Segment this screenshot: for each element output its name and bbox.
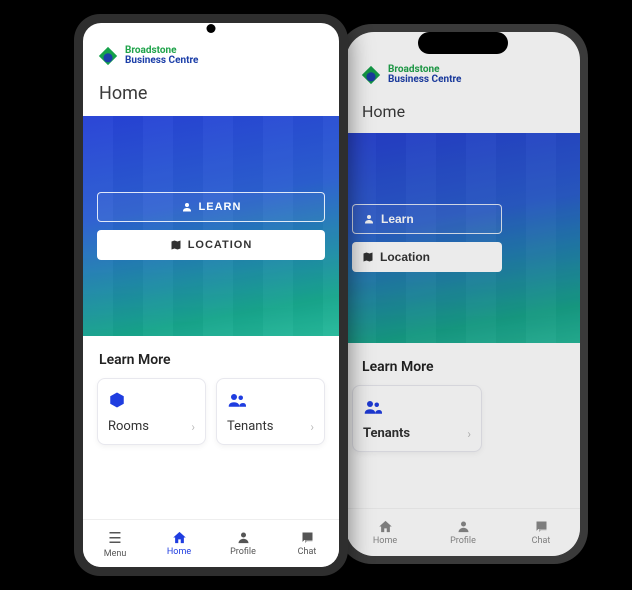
- home-icon: [378, 519, 393, 534]
- learn-button[interactable]: LEARN: [97, 192, 325, 222]
- learn-label: LEARN: [199, 201, 242, 213]
- learn-more-title: Learn More: [346, 343, 580, 385]
- people-icon: [227, 391, 314, 409]
- nav-menu[interactable]: ☰ Menu: [83, 520, 147, 567]
- rooms-card[interactable]: Rooms ›: [97, 378, 206, 445]
- tenants-card[interactable]: Tenants ›: [216, 378, 325, 445]
- nav-profile-label: Profile: [230, 547, 256, 557]
- cards-row: Rooms › Tenants ›: [346, 385, 580, 452]
- location-button[interactable]: LOCATION: [97, 230, 325, 260]
- learn-more-title: Learn More: [83, 336, 339, 378]
- cards-row: Rooms › Tenants ›: [83, 378, 339, 445]
- brand-line2: Business Centre: [388, 75, 461, 85]
- phone-mockup-front: Broadstone Business Centre Home LEARN LO…: [74, 14, 348, 576]
- map-icon: [170, 239, 182, 251]
- map-icon: [362, 251, 374, 263]
- phone-notch: [418, 32, 508, 54]
- chevron-right-icon: ›: [191, 420, 195, 434]
- screen-back: Broadstone Business Centre Home Learn Lo…: [346, 32, 580, 556]
- brand-line2: Business Centre: [125, 56, 198, 66]
- cube-icon: [108, 391, 195, 409]
- hero-banner: Learn Location: [346, 133, 580, 343]
- profile-icon: [236, 530, 251, 545]
- nav-home[interactable]: Home: [147, 520, 211, 567]
- phone-camera: [207, 24, 216, 33]
- nav-home-label: Home: [373, 536, 397, 546]
- page-title: Home: [83, 73, 339, 116]
- page-title: Home: [346, 92, 580, 133]
- nav-profile[interactable]: Profile: [424, 509, 502, 556]
- rooms-label: Rooms: [108, 419, 149, 434]
- chevron-right-icon: ›: [310, 420, 314, 434]
- phone-mockup-back: Broadstone Business Centre Home Learn Lo…: [338, 24, 588, 564]
- nav-home[interactable]: Home: [346, 509, 424, 556]
- hero-banner: LEARN LOCATION: [83, 116, 339, 336]
- profile-icon: [456, 519, 471, 534]
- tenants-card[interactable]: Tenants ›: [352, 385, 482, 452]
- chat-icon: [534, 519, 549, 534]
- logo-icon: [360, 64, 382, 86]
- chevron-right-icon: ›: [467, 427, 471, 441]
- learn-button[interactable]: Learn: [352, 204, 502, 234]
- menu-icon: ☰: [108, 529, 121, 547]
- nav-menu-label: Menu: [104, 549, 127, 559]
- home-icon: [172, 530, 187, 545]
- learn-label: Learn: [381, 212, 414, 226]
- nav-chat[interactable]: Chat: [275, 520, 339, 567]
- nav-chat-label: Chat: [298, 547, 317, 557]
- person-icon: [181, 201, 193, 213]
- location-label: LOCATION: [188, 239, 253, 251]
- chat-icon: [300, 530, 315, 545]
- tenants-label: Tenants: [363, 426, 410, 441]
- nav-chat-label: Chat: [532, 536, 551, 546]
- location-button[interactable]: Location: [352, 242, 502, 272]
- logo-icon: [97, 45, 119, 67]
- bottom-nav: ☰ Menu Home Profile Chat: [346, 508, 580, 556]
- people-icon: [363, 398, 471, 416]
- location-label: Location: [380, 250, 430, 264]
- nav-chat[interactable]: Chat: [502, 509, 580, 556]
- bottom-nav: ☰ Menu Home Profile Chat: [83, 519, 339, 567]
- screen-front: Broadstone Business Centre Home LEARN LO…: [83, 23, 339, 567]
- nav-home-label: Home: [167, 547, 191, 557]
- tenants-label: Tenants: [227, 419, 273, 434]
- person-icon: [363, 213, 375, 225]
- nav-profile-label: Profile: [450, 536, 476, 546]
- nav-profile[interactable]: Profile: [211, 520, 275, 567]
